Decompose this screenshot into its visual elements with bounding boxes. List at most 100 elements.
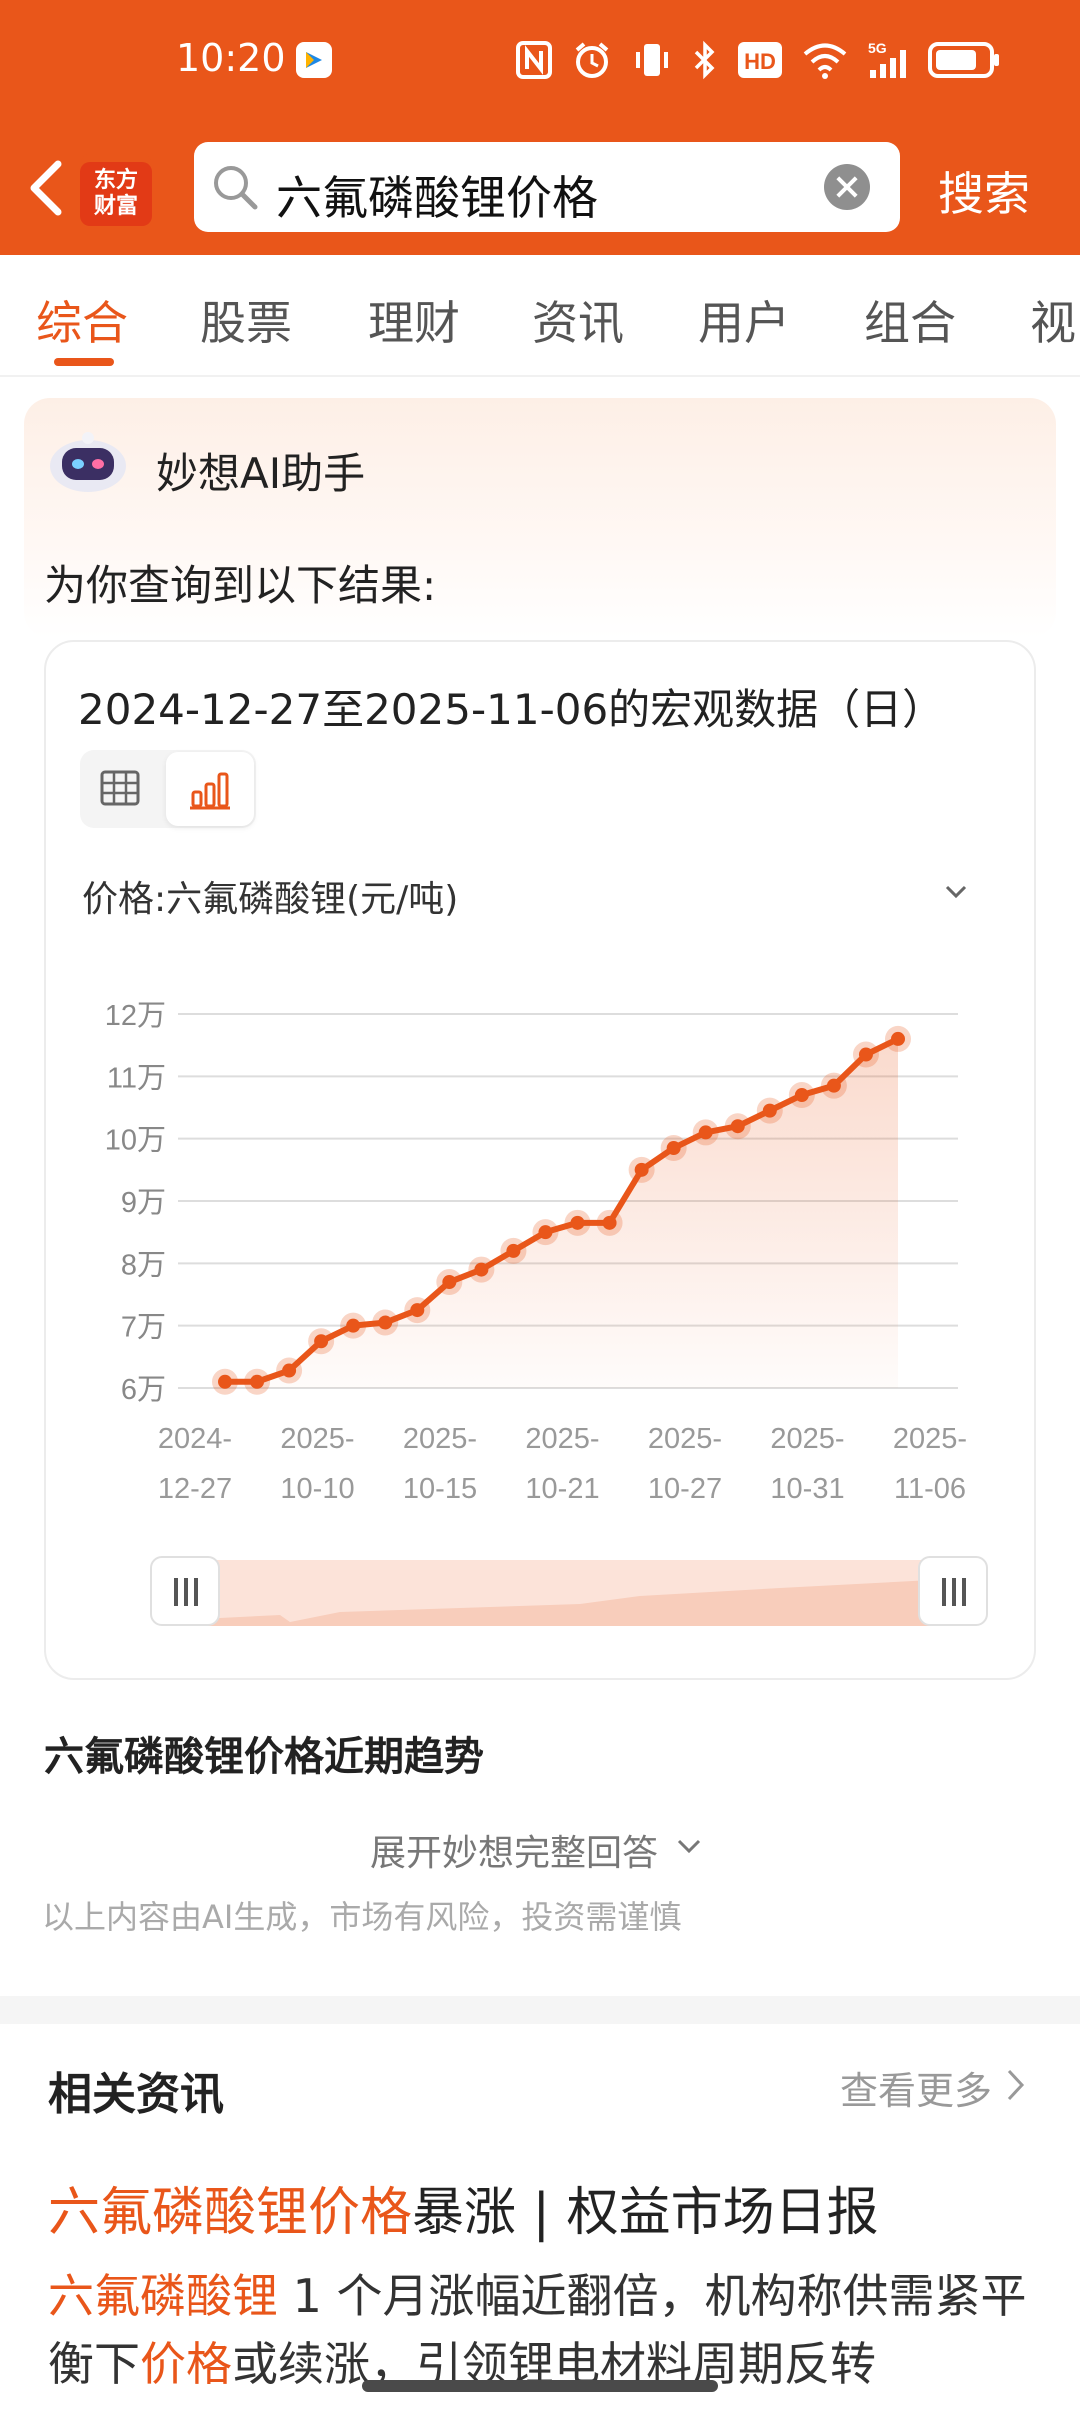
data-point: [730, 1119, 745, 1134]
news-snippet[interactable]: 六氟磷酸锂 1 个月涨幅近翻倍，机构称供需紧平衡下价格或续涨，引领锂电材料周期反…: [48, 2262, 1048, 2398]
robot-avatar-icon: [50, 432, 126, 492]
search-input[interactable]: 六氟磷酸锂价格: [194, 142, 900, 232]
data-point: [794, 1088, 809, 1103]
svg-text:5G: 5G: [868, 40, 887, 56]
chevron-down-icon[interactable]: [676, 1838, 702, 1856]
status-bar: 10:20 HD 5G: [0, 0, 1080, 120]
data-point: [570, 1215, 585, 1230]
tab-portfolio[interactable]: 组合: [864, 287, 956, 353]
chart-view-button[interactable]: [166, 752, 254, 826]
y-tick-label: 9万: [121, 1187, 166, 1219]
x-tick-label: 10-27: [648, 1473, 722, 1505]
x-tick-label: 2025-: [893, 1423, 967, 1455]
back-arrow-icon[interactable]: [20, 158, 70, 218]
app-logo: 东方 财富: [80, 152, 152, 226]
data-point: [282, 1363, 297, 1378]
y-tick-label: 11万: [107, 1062, 166, 1094]
news-title[interactable]: 六氟磷酸锂价格暴涨 | 权益市场日报: [48, 2170, 879, 2245]
section-divider: [0, 1996, 1080, 2024]
chevron-down-icon[interactable]: [944, 884, 968, 900]
chart-range-title: 2024-12-27至2025-11-06的宏观数据（日）: [78, 685, 945, 734]
series-selector[interactable]: 价格:六氟磷酸锂(元/吨): [82, 870, 458, 922]
data-point: [250, 1374, 265, 1389]
data-point: [346, 1318, 361, 1333]
data-point: [634, 1162, 649, 1177]
slider-track: [180, 1560, 970, 1626]
home-indicator[interactable]: [362, 2380, 718, 2392]
data-point: [698, 1125, 713, 1140]
search-button[interactable]: 搜索: [938, 158, 1030, 224]
x-tick-label: 2025-: [403, 1423, 477, 1455]
slider-right-handle[interactable]: [918, 1556, 988, 1626]
related-news-header: 相关资讯: [48, 2069, 224, 2120]
data-point: [474, 1262, 489, 1277]
vibrate-icon: [636, 44, 668, 76]
data-point: [666, 1141, 681, 1156]
news-title-highlight: 六氟磷酸锂价格: [48, 2183, 413, 2243]
y-tick-label: 10万: [105, 1125, 166, 1157]
logo-line2: 财富: [93, 194, 138, 219]
x-tick-label: 12-27: [158, 1473, 232, 1505]
expand-answer-button[interactable]: 展开妙想完整回答: [370, 1824, 658, 1876]
y-tick-label: 7万: [121, 1312, 166, 1344]
trend-title: 六氟磷酸锂价格近期趋势: [44, 1734, 484, 1780]
news-title-rest: 暴涨 | 权益市场日报: [412, 2183, 879, 2243]
data-point: [762, 1103, 777, 1118]
data-point: [378, 1315, 393, 1330]
data-point: [826, 1078, 841, 1093]
search-icon: [214, 166, 258, 210]
tab-news[interactable]: 资讯: [532, 287, 624, 353]
x-tick-label: 2025-: [280, 1423, 354, 1455]
svg-text:HD: HD: [744, 49, 776, 74]
bar-chart-icon: [190, 772, 230, 810]
x-tick-label: 2024-: [158, 1423, 232, 1455]
data-point: [410, 1303, 425, 1318]
alarm-icon: [575, 42, 609, 78]
clear-icon[interactable]: [824, 164, 870, 210]
battery-icon: [928, 42, 999, 78]
ai-result-intro: 为你查询到以下结果:: [44, 561, 437, 610]
data-point: [891, 1031, 905, 1046]
nfc-icon: [516, 41, 552, 79]
x-tick-label: 10-15: [403, 1473, 477, 1505]
price-chart: 12万 11万 10万 9万 8万 7万 6万 2024- 12-27 2025- 10-10 202…: [105, 1000, 967, 1505]
x-tick-label: 11-06: [894, 1473, 966, 1505]
slider-left-handle[interactable]: [150, 1556, 220, 1626]
data-point: [314, 1334, 329, 1349]
chevron-right-icon[interactable]: [1006, 2068, 1026, 2102]
logo-line1: 东方: [93, 168, 138, 193]
search-query[interactable]: 六氟磷酸锂价格: [276, 162, 598, 228]
x-tick-label: 2025-: [648, 1423, 722, 1455]
x-tick-label: 10-31: [770, 1473, 844, 1505]
y-tick-label: 8万: [121, 1249, 166, 1281]
x-tick-label: 2025-: [770, 1423, 844, 1455]
range-slider[interactable]: [150, 1556, 988, 1630]
data-point: [506, 1243, 521, 1258]
app-notification-icon: [296, 42, 332, 78]
top-bar: 10:20 HD 5G 东方 财富 六氟磷酸锂价格 搜索: [0, 0, 1080, 255]
ai-assistant-title: 妙想AI助手: [156, 449, 366, 498]
data-point: [602, 1215, 617, 1230]
x-tick-label: 10-21: [525, 1473, 599, 1505]
tab-wealth[interactable]: 理财: [368, 287, 460, 353]
active-tab-indicator: [54, 358, 114, 366]
signal-5g-icon: 5G: [868, 40, 906, 78]
category-tabs: 综合 股票 理财 资讯 用户 组合 视: [0, 255, 1080, 377]
y-tick-label: 12万: [105, 1000, 166, 1032]
news-body-highlight-2: 价格: [140, 2337, 232, 2391]
tab-comprehensive[interactable]: 综合: [36, 287, 128, 353]
y-tick-label: 6万: [121, 1374, 166, 1406]
ai-disclaimer: 以上内容由AI生成，市场有风险，投资需谨慎: [42, 1898, 682, 1936]
tab-users[interactable]: 用户: [698, 287, 790, 353]
data-point: [442, 1275, 457, 1290]
tab-video[interactable]: 视: [1030, 287, 1076, 353]
wifi-icon: [803, 43, 847, 79]
data-point: [858, 1047, 873, 1062]
data-point: [538, 1225, 553, 1240]
view-more-link[interactable]: 查看更多: [840, 2060, 992, 2115]
table-view-icon[interactable]: [98, 766, 142, 810]
slider-mini-chart: [180, 1578, 970, 1626]
tab-stocks[interactable]: 股票: [200, 287, 292, 353]
x-tick-label: 10-10: [280, 1473, 354, 1505]
status-time: 10:20: [176, 36, 286, 80]
